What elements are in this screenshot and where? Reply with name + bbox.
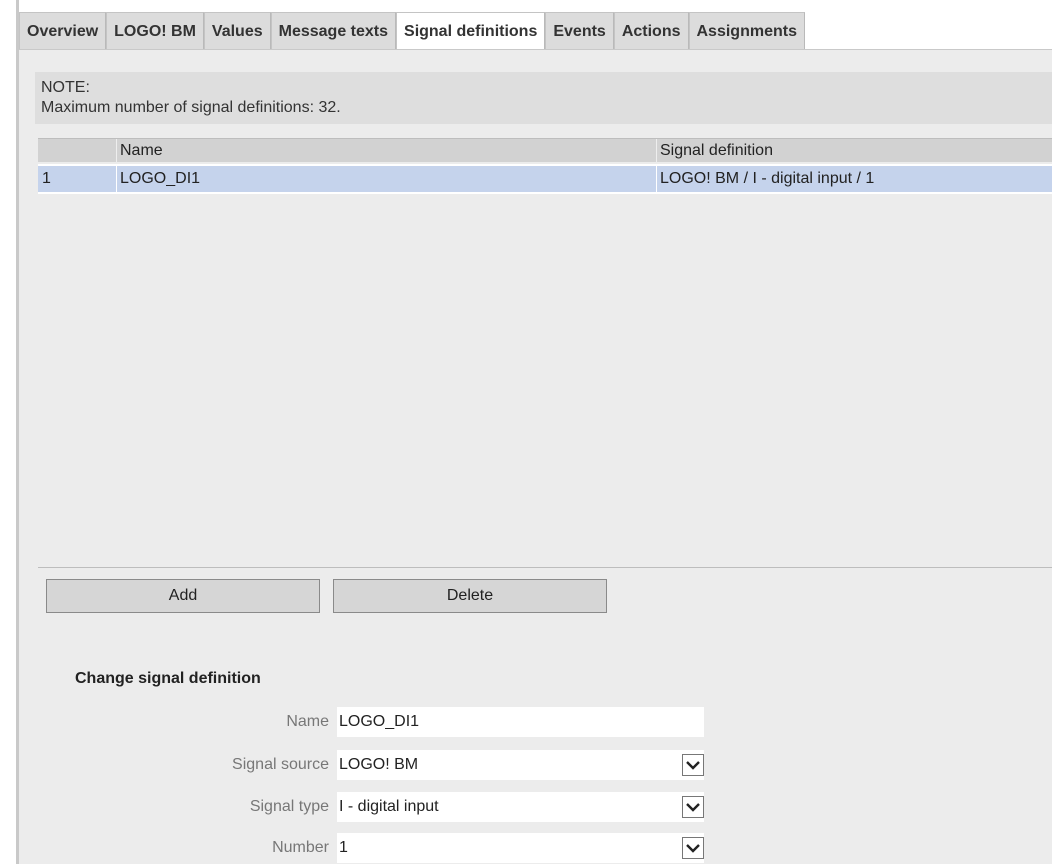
tab-overview[interactable]: Overview [19, 12, 107, 50]
number-value: 1 [339, 839, 348, 856]
signal-type-select[interactable]: I - digital input [337, 792, 704, 822]
table-bottom-border [38, 567, 1052, 568]
signal-type-value: I - digital input [339, 798, 439, 815]
form-title: Change signal definition [75, 670, 261, 687]
note-box: NOTE: Maximum number of signal definitio… [35, 72, 1052, 124]
column-header-name[interactable]: Name [116, 139, 656, 162]
tab-values[interactable]: Values [203, 12, 271, 50]
chevron-down-icon[interactable] [682, 796, 704, 818]
signal-source-value: LOGO! BM [339, 756, 419, 773]
tab-bar: Overview LOGO! BM Values Message texts S… [19, 12, 805, 50]
tab-actions[interactable]: Actions [613, 12, 689, 50]
table-row[interactable]: 1 LOGO_DI1 LOGO! BM / I - digital input … [38, 164, 1052, 194]
left-frame [0, 0, 20, 864]
number-select[interactable]: 1 [337, 833, 704, 863]
column-header-signal-definition[interactable]: Signal definition [656, 139, 1052, 162]
name-field[interactable]: LOGO_DI1 [337, 707, 704, 737]
add-button[interactable]: Add [46, 579, 320, 613]
chevron-down-icon[interactable] [682, 837, 704, 859]
table-header: Name Signal definition [38, 138, 1052, 162]
signal-definitions-panel: NOTE: Maximum number of signal definitio… [19, 49, 1052, 864]
tab-events[interactable]: Events [545, 12, 614, 50]
name-field-value: LOGO_DI1 [339, 713, 420, 730]
tab-signal-definitions[interactable]: Signal definitions [396, 12, 546, 50]
row-number: 1 [42, 170, 51, 187]
name-label: Name [286, 713, 329, 730]
tab-message-texts[interactable]: Message texts [270, 12, 397, 50]
signal-definitions-table: Name Signal definition 1 LOGO_DI1 LOGO! … [38, 138, 1052, 578]
number-label: Number [272, 839, 329, 856]
tab-assignments[interactable]: Assignments [688, 12, 805, 50]
signal-source-select[interactable]: LOGO! BM [337, 750, 704, 780]
note-text: Maximum number of signal definitions: 32… [41, 99, 341, 116]
tab-logo-bm[interactable]: LOGO! BM [106, 12, 204, 50]
row-signal-definition: LOGO! BM / I - digital input / 1 [656, 166, 1052, 192]
signal-source-label: Signal source [232, 756, 329, 773]
delete-button[interactable]: Delete [333, 579, 607, 613]
chevron-down-icon[interactable] [682, 754, 704, 776]
column-header-number [38, 139, 116, 162]
row-name: LOGO_DI1 [116, 166, 656, 192]
signal-type-label: Signal type [249, 798, 329, 815]
note-title: NOTE: [41, 79, 90, 96]
